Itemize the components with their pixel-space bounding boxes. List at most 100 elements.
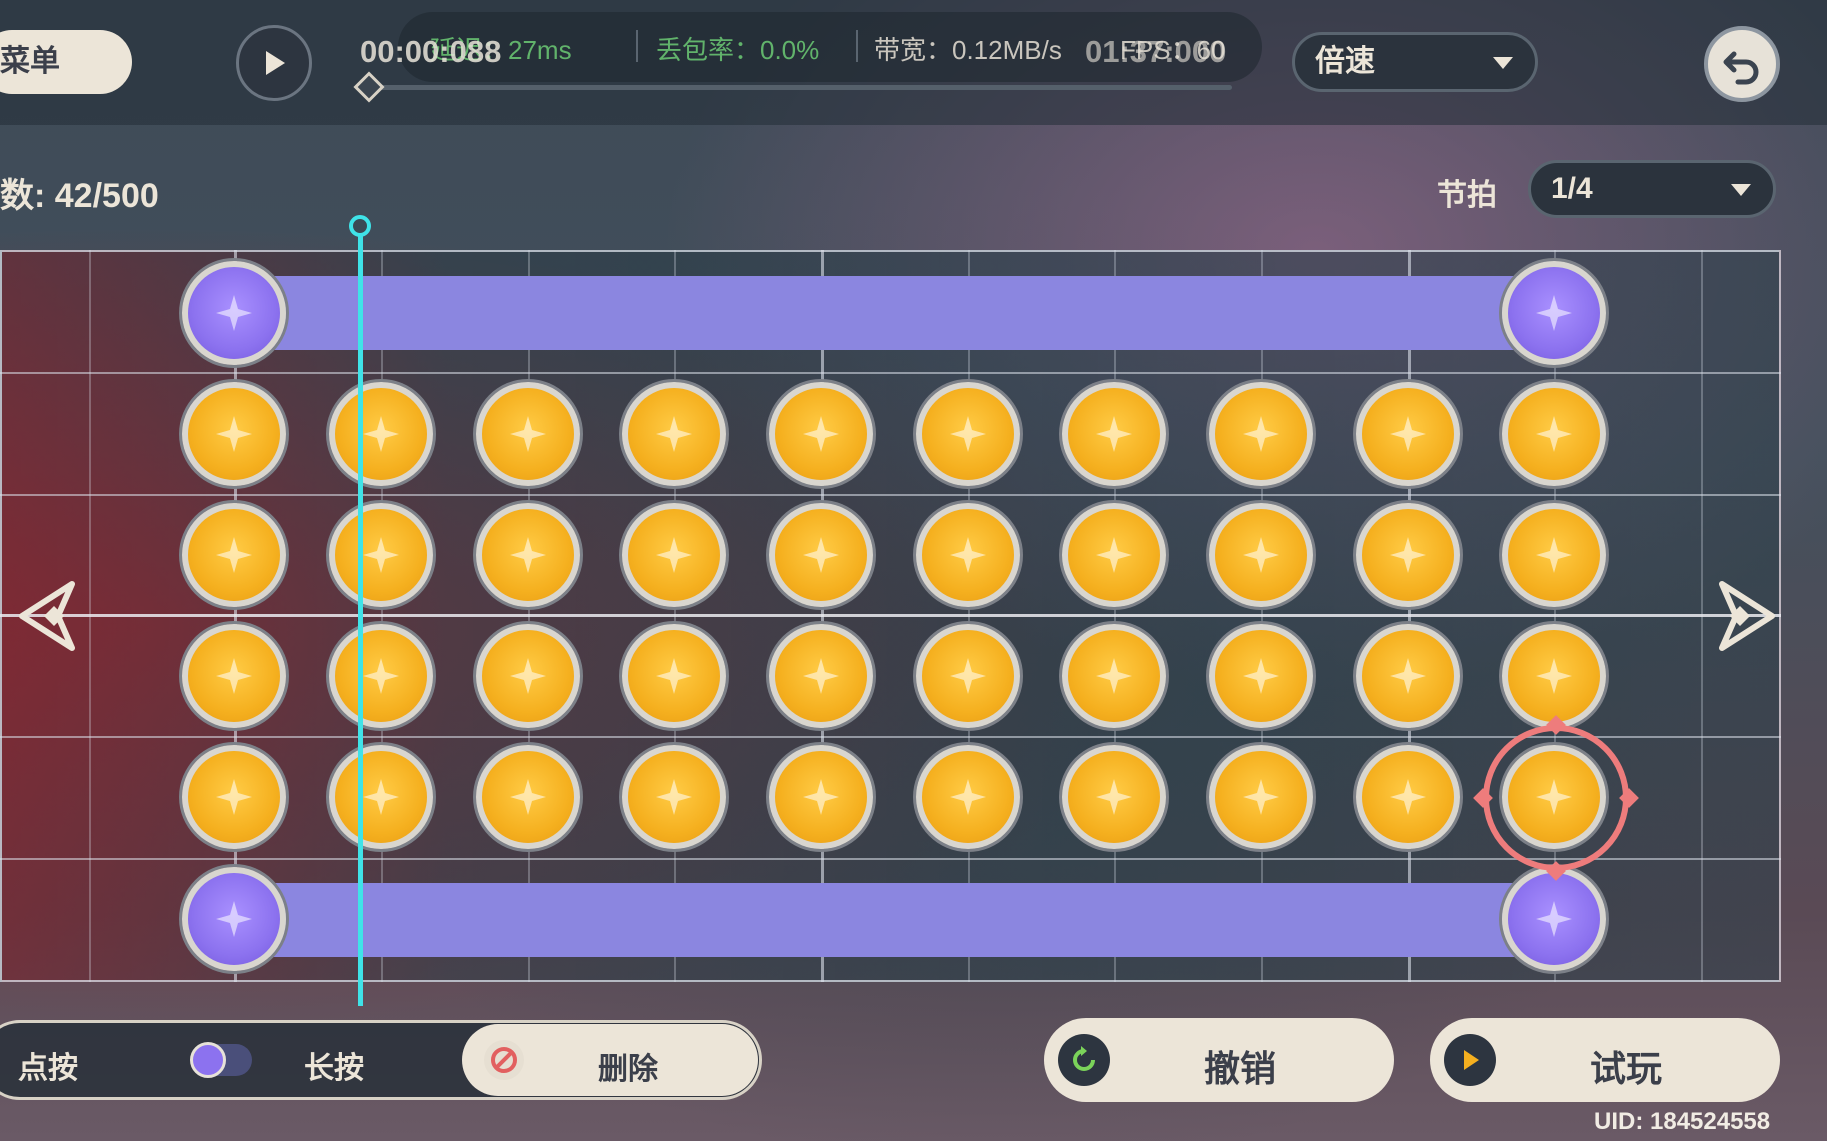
speed-label: 倍速 [1315,45,1375,78]
try-play-button[interactable]: 试玩 [1430,1018,1780,1102]
sparkle-icon [1536,658,1572,694]
tap-note[interactable] [476,382,580,486]
menu-button[interactable]: 菜单 [0,30,132,94]
try-play-label: 试玩 [1590,1048,1663,1089]
tap-note[interactable] [1209,745,1313,849]
hold-toggle[interactable] [190,1042,252,1078]
tap-note[interactable] [329,503,433,607]
tap-note[interactable] [916,503,1020,607]
hold-note-head[interactable] [1502,261,1606,365]
chevron-down-icon [1493,57,1513,69]
undo-button[interactable]: 撤销 [1044,1018,1394,1102]
playhead-handle[interactable] [349,215,371,237]
tap-note[interactable] [1502,624,1606,728]
prohibited-icon [484,1040,524,1080]
tap-note[interactable] [622,382,726,486]
sparkle-icon [216,416,252,452]
scroll-left-icon[interactable] [14,578,90,654]
tap-note[interactable] [916,624,1020,728]
bandwidth-text: 带宽：0.12MB/s [874,35,1062,65]
sparkle-icon [1536,416,1572,452]
tap-note[interactable] [1502,382,1606,486]
lane-line [0,372,1781,374]
sparkle-icon [216,537,252,573]
packet-loss-text: 丢包率：0.0% [656,35,820,65]
tap-tool-label[interactable]: 点按 [18,1043,78,1087]
selected-note-ring [1483,725,1629,871]
tap-note[interactable] [1502,503,1606,607]
tap-note[interactable] [916,382,1020,486]
sparkle-icon [656,537,692,573]
tap-note[interactable] [1062,745,1166,849]
delete-button[interactable]: 删除 [462,1024,758,1096]
lane-line [0,858,1781,860]
beat-dropdown[interactable]: 1/4 [1528,160,1776,218]
tap-note[interactable] [182,503,286,607]
tap-note[interactable] [1209,382,1313,486]
delete-label: 删除 [598,1053,658,1086]
sparkle-icon [1096,658,1132,694]
scroll-right-icon[interactable] [1704,578,1780,654]
hold-note-bar[interactable] [234,276,1556,350]
tap-note[interactable] [769,382,873,486]
sparkle-icon [1243,416,1279,452]
tap-note[interactable] [1356,745,1460,849]
speed-dropdown[interactable]: 倍速 [1292,32,1538,92]
play-icon [266,51,285,75]
sparkle-icon [1390,779,1426,815]
sparkle-icon [1096,416,1132,452]
sparkle-icon [510,779,546,815]
sparkle-icon [950,779,986,815]
sparkle-icon [1536,537,1572,573]
sparkle-icon [510,416,546,452]
sparkle-icon [1096,779,1132,815]
play-button[interactable] [236,25,312,101]
toggle-knob[interactable] [190,1042,226,1078]
tap-note[interactable] [916,745,1020,849]
uid-text: UID: 184524558 [1594,1108,1771,1135]
divider [856,30,858,62]
playhead-line[interactable] [358,228,363,1006]
tap-note[interactable] [622,624,726,728]
tap-note[interactable] [622,745,726,849]
hold-note-head[interactable] [182,261,286,365]
tap-note[interactable] [1356,624,1460,728]
beat-value: 1/4 [1551,172,1593,205]
divider [636,30,638,62]
tap-note[interactable] [476,503,580,607]
sparkle-icon [1243,779,1279,815]
tap-note[interactable] [182,382,286,486]
hold-note-bar[interactable] [234,883,1556,957]
timeline-progress-track[interactable] [370,85,1232,90]
sparkle-icon [510,658,546,694]
tap-note[interactable] [1356,382,1460,486]
sparkle-icon [656,416,692,452]
tap-note[interactable] [329,624,433,728]
tap-note[interactable] [1209,624,1313,728]
sparkle-icon [1390,658,1426,694]
tap-note[interactable] [1356,503,1460,607]
tap-note[interactable] [1062,503,1166,607]
tap-note[interactable] [476,624,580,728]
menu-label: 菜单 [0,45,60,78]
tap-note[interactable] [769,745,873,849]
tap-note[interactable] [769,624,873,728]
tap-note[interactable] [329,745,433,849]
chevron-down-icon [1731,184,1751,196]
tap-note[interactable] [769,503,873,607]
tap-note[interactable] [182,745,286,849]
hold-note-head[interactable] [1502,867,1606,971]
tap-note[interactable] [182,624,286,728]
tap-note[interactable] [1062,382,1166,486]
tap-note[interactable] [1209,503,1313,607]
hold-note-head[interactable] [182,867,286,971]
tap-note[interactable] [1062,624,1166,728]
sparkle-icon [216,658,252,694]
back-button[interactable] [1704,26,1780,102]
tap-note[interactable] [329,382,433,486]
hold-tool-label[interactable]: 长按 [304,1043,364,1087]
sparkle-icon [216,779,252,815]
tap-note[interactable] [622,503,726,607]
tap-note[interactable] [476,745,580,849]
sparkle-icon [216,295,252,331]
